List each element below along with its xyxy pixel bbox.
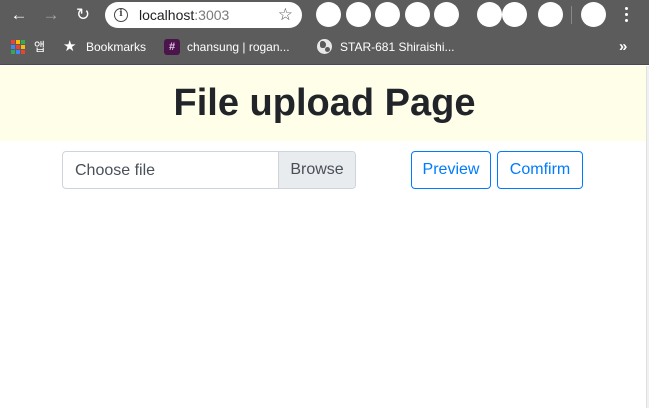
file-input-placeholder: Choose file: [75, 162, 156, 179]
bookmarks-bar: 앱 ★ Bookmarks # chansung | rogan... STAR…: [0, 30, 649, 65]
extension-icon[interactable]: [405, 2, 430, 27]
toolbar-divider: [571, 6, 572, 24]
extension-icon[interactable]: [434, 2, 459, 27]
double-chevron-right-icon[interactable]: »: [619, 38, 627, 55]
extension-icon[interactable]: [477, 2, 502, 27]
slack-icon: #: [164, 39, 180, 55]
bookmark-chansung[interactable]: chansung | rogan...: [187, 39, 290, 55]
back-icon[interactable]: ←: [8, 4, 30, 26]
url-port: :3003: [194, 7, 230, 23]
extension-icon[interactable]: [316, 2, 341, 27]
forward-icon[interactable]: →: [40, 4, 62, 26]
star-icon: ★: [63, 38, 77, 55]
browse-button[interactable]: Browse: [278, 152, 355, 188]
profile-avatar[interactable]: [581, 2, 606, 27]
extension-icon[interactable]: [502, 2, 527, 27]
page-header: File upload Page: [0, 66, 649, 141]
site-info-icon[interactable]: i: [114, 8, 128, 22]
preview-button[interactable]: Preview: [411, 151, 491, 189]
extension-icon[interactable]: [375, 2, 400, 27]
extension-icon[interactable]: [346, 2, 371, 27]
browser-toolbar: ← → ↻ i localhost:3003 ☆: [0, 0, 649, 30]
confirm-button[interactable]: Comfirm: [497, 151, 583, 189]
bookmark-apps[interactable]: 앱: [34, 39, 45, 55]
apps-grid-icon[interactable]: [11, 40, 25, 54]
address-bar[interactable]: i localhost:3003 ☆: [105, 2, 302, 28]
file-upload-input[interactable]: Choose file Browse: [62, 151, 356, 189]
bookmark-folder-bookmarks[interactable]: Bookmarks: [86, 39, 146, 55]
reload-icon[interactable]: ↻: [72, 4, 94, 26]
page-title: File upload Page: [173, 82, 476, 124]
url-host: localhost: [139, 7, 195, 23]
bookmark-star-icon[interactable]: ☆: [278, 5, 293, 25]
extension-icon[interactable]: [538, 2, 563, 27]
bookmark-star-681[interactable]: STAR-681 Shiraishi...: [340, 39, 455, 55]
globe-icon: [317, 39, 332, 54]
address-url[interactable]: localhost:3003: [139, 7, 229, 23]
three-dots-vertical-icon[interactable]: [619, 5, 633, 25]
